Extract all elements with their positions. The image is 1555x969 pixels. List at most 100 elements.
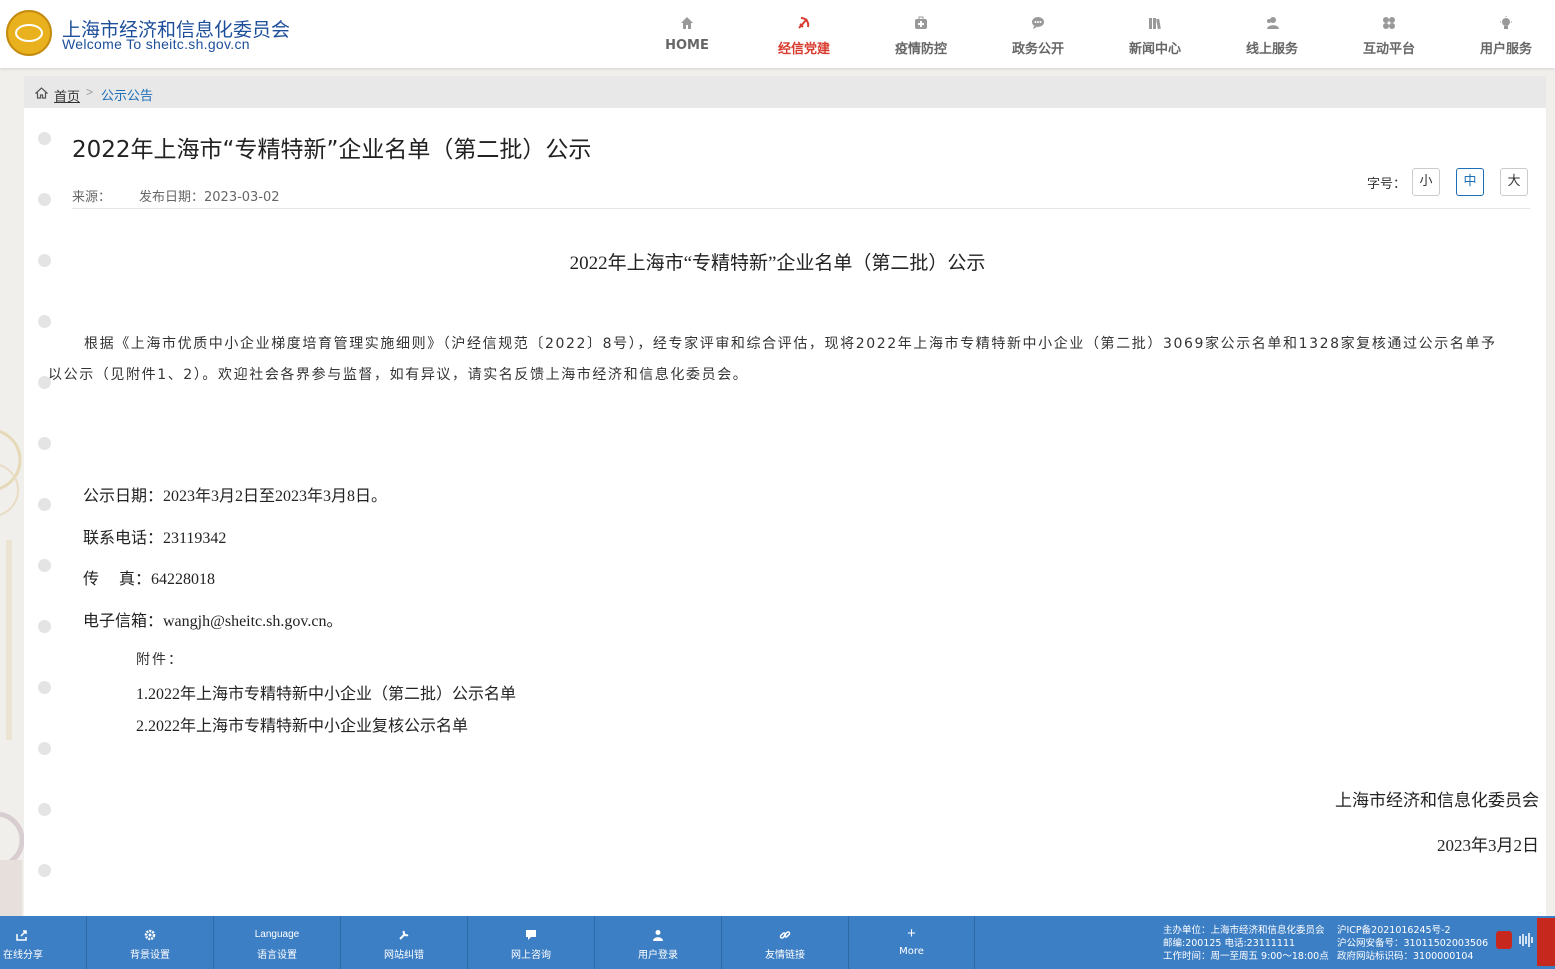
- clover-icon: [1383, 17, 1395, 29]
- article-body: 根据《上海市优质中小企业梯度培育管理实施细则》（沪经信规范〔2022〕8号），经…: [48, 336, 1497, 383]
- chat-bubble-icon: [1032, 17, 1044, 29]
- accessibility-tab[interactable]: [1537, 918, 1555, 966]
- decorative-dot: [38, 803, 51, 816]
- footer-error-report-button[interactable]: 网站纠错: [341, 916, 468, 969]
- site-header: 上海市经济和信息化委员会 Welcome To sheitc.sh.gov.cn…: [0, 0, 1555, 68]
- gov-badge-icon[interactable]: [1496, 931, 1512, 949]
- footer-language-button[interactable]: Language 语言设置: [214, 916, 341, 969]
- nav-news-center[interactable]: 新闻中心: [1105, 0, 1205, 68]
- wrench-icon: [399, 930, 409, 940]
- user-icon: [653, 930, 663, 941]
- decorative-dot: [38, 620, 51, 633]
- medical-kit-icon: [915, 16, 927, 29]
- nav-epidemic[interactable]: 疫情防控: [871, 0, 971, 68]
- decorative-dot: [38, 132, 51, 145]
- footer-label: 网上咨询: [511, 950, 551, 961]
- footer-icp[interactable]: 沪ICP备2021016245号-2: [1337, 924, 1488, 937]
- footer-toolbar: 在线分享 背景设置 Language 语言设置 网站纠错 网上咨询 用户登录 友…: [0, 916, 1555, 969]
- decorative-dot: [38, 437, 51, 450]
- attachments-label: 附件：: [136, 652, 184, 668]
- users-icon: [1267, 17, 1279, 29]
- site-subtitle: Welcome To sheitc.sh.gov.cn: [62, 36, 250, 52]
- footer-background-button[interactable]: 背景设置: [87, 916, 214, 969]
- footer-label: More: [899, 946, 924, 957]
- footer-postcode: 邮编:200125 电话:23111111: [1163, 938, 1296, 949]
- footer-info-right: 沪ICP备2021016245号-2 沪公网安备号：31011502003506…: [1337, 924, 1488, 963]
- attachment-link[interactable]: 1.2022年上海市专精特新中小企业（第二批）公示名单: [136, 680, 516, 704]
- font-size-label: 字号：: [1367, 176, 1407, 192]
- footer-label: 友情链接: [765, 950, 805, 961]
- decorative-dot: [38, 864, 51, 877]
- source-label: 来源：: [72, 190, 112, 205]
- nav-label: 用户服务: [1479, 42, 1532, 57]
- nav-home[interactable]: HOME: [637, 0, 737, 68]
- title-divider: [72, 208, 1530, 209]
- share-icon: [16, 930, 27, 941]
- footer-share-button[interactable]: 在线分享: [0, 916, 87, 969]
- lightbulb-icon: [1500, 16, 1512, 29]
- nav-label: 政务公开: [1011, 42, 1064, 57]
- message-icon: [526, 930, 536, 940]
- footer-info-left: 主办单位：上海市经济和信息化委员会 邮编:200125 电话:23111111 …: [1163, 924, 1329, 963]
- breadcrumb-current[interactable]: 公示公告: [101, 85, 153, 104]
- nav-government-affairs[interactable]: 政务公开: [988, 0, 1088, 68]
- footer-label: 用户登录: [638, 950, 678, 961]
- contact-phone: 联系电话：23119342: [83, 530, 227, 547]
- nav-party-building[interactable]: 经信党建: [754, 0, 854, 68]
- decorative-dot: [38, 315, 51, 328]
- footer-label: 背景设置: [130, 950, 170, 961]
- nav-user-services[interactable]: 用户服务: [1456, 0, 1555, 68]
- footer-login-button[interactable]: 用户登录: [595, 916, 722, 969]
- plus-icon: +: [907, 925, 916, 942]
- gear-icon: [144, 929, 156, 941]
- footer-police-record[interactable]: 沪公网安备号：31011502003506: [1337, 937, 1488, 950]
- books-icon: [1149, 18, 1161, 30]
- footer-consult-button[interactable]: 网上咨询: [468, 916, 595, 969]
- footer-label: 网站纠错: [384, 950, 424, 961]
- footer-links-button[interactable]: 友情链接: [722, 916, 849, 969]
- page-title: 2022年上海市“专精特新”企业名单（第二批）公示: [72, 137, 592, 163]
- nav-label: 疫情防控: [894, 42, 947, 57]
- signature: 上海市经济和信息化委员会: [1335, 791, 1539, 810]
- signature-date: 2023年3月2日: [1437, 836, 1539, 855]
- decorative-dot: [38, 498, 51, 511]
- footer-host: 主办单位：上海市经济和信息化委员会: [1163, 925, 1325, 936]
- font-size-small-button[interactable]: 小: [1412, 168, 1441, 196]
- party-emblem-icon: [798, 17, 810, 29]
- publish-date: 发布日期：2023-03-02: [139, 190, 280, 205]
- site-logo-icon[interactable]: [6, 10, 52, 56]
- footer-top-label: Language: [254, 929, 300, 940]
- nav-label: HOME: [665, 38, 709, 53]
- decorative-dot: [38, 559, 51, 572]
- attachment-link[interactable]: 2.2022年上海市专精特新中小企业复核公示名单: [136, 712, 468, 736]
- nav-online-services[interactable]: 线上服务: [1222, 0, 1322, 68]
- footer-label: 在线分享: [3, 950, 43, 961]
- contact-email: 电子信箱：wangjh@sheitc.sh.gov.cn。: [83, 613, 343, 630]
- link-icon: [779, 931, 791, 939]
- home-icon: [681, 17, 693, 29]
- footer-site-code: 政府网站标识码：3100000104: [1337, 951, 1474, 962]
- decorative-dot: [38, 742, 51, 755]
- nav-interaction[interactable]: 互动平台: [1339, 0, 1439, 68]
- contact-fax: 传 真：64228018: [83, 571, 216, 588]
- article-heading: 2022年上海市“专精特新”企业名单（第二批）公示: [569, 253, 986, 274]
- breadcrumb: 首页 > 公示公告: [24, 76, 1546, 108]
- font-size-medium-button[interactable]: 中: [1456, 168, 1485, 196]
- nav-label: 互动平台: [1362, 42, 1415, 57]
- footer-label: 语言设置: [257, 950, 297, 961]
- decorative-tower-art: [0, 430, 24, 920]
- nav-label: 经信党建: [777, 42, 830, 57]
- breadcrumb-separator: >: [86, 85, 94, 99]
- font-size-switcher: 字号： 小 中 大: [1367, 168, 1529, 196]
- breadcrumb-home-link[interactable]: 首页: [54, 86, 80, 105]
- audio-icon[interactable]: [1518, 931, 1534, 949]
- nav-label: 线上服务: [1245, 42, 1298, 57]
- nav-label: 新闻中心: [1128, 42, 1181, 57]
- decorative-dot: [38, 193, 51, 206]
- article-meta: 来源： 发布日期：2023-03-02: [72, 186, 280, 205]
- decorative-dot: [38, 681, 51, 694]
- font-size-large-button[interactable]: 大: [1500, 168, 1529, 196]
- home-icon: [35, 87, 48, 99]
- footer-more-button[interactable]: + More: [849, 916, 975, 969]
- publicity-period: 公示日期：2023年3月2日至2023年3月8日。: [83, 488, 388, 505]
